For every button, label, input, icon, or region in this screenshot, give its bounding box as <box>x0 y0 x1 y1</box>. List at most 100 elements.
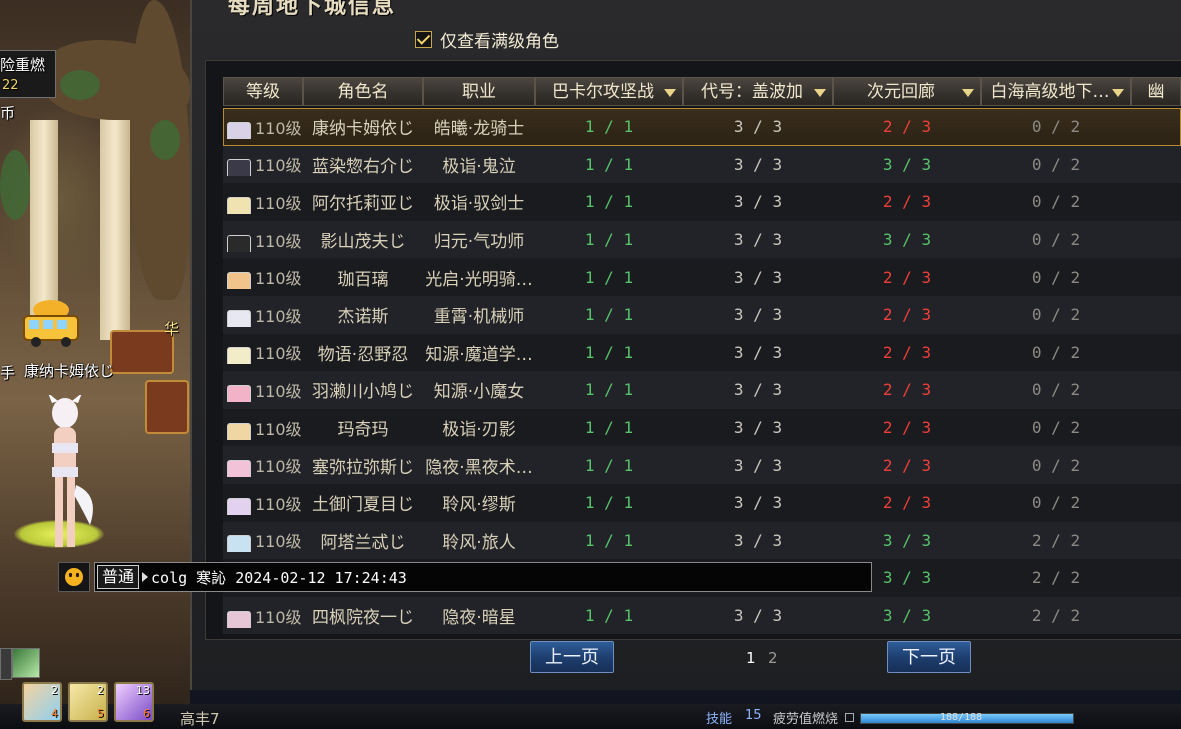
character-avatar-icon <box>227 535 251 553</box>
table-row[interactable]: 110级 珈百璃 光启·光明骑… 1 / 1 3 / 3 2 / 3 0 / 2 <box>223 258 1181 296</box>
character-name-cell: 羽濑川小鸠じ <box>312 382 414 403</box>
dungeon-1-cell: 1 / 1 <box>584 342 634 362</box>
item-count: 13 <box>136 684 150 697</box>
dungeon-3-cell: 2 / 3 <box>882 342 932 362</box>
level-text: 110级 <box>255 344 302 364</box>
header-label: 幽 <box>1147 82 1165 102</box>
character-avatar-icon <box>227 121 251 139</box>
character-avatar-icon <box>227 272 251 290</box>
hud-slot[interactable] <box>12 648 40 678</box>
dungeon-2-cell: 3 / 3 <box>733 342 783 362</box>
level-text: 110级 <box>255 381 302 401</box>
prev-page-button[interactable]: 上一页 <box>530 641 614 673</box>
table-row[interactable]: 110级 玛奇玛 极诣·刃影 1 / 1 3 / 3 2 / 3 0 / 2 <box>223 408 1181 447</box>
table-row[interactable]: 110级 阿塔兰忒じ 聆风·旅人 1 / 1 3 / 3 3 / 3 2 / 2 <box>223 521 1181 560</box>
item-count: 2 <box>51 684 58 697</box>
header-dungeon-5[interactable]: 幽 <box>1131 77 1181 106</box>
dungeon-1-cell: 1 / 1 <box>584 117 634 137</box>
scene-text-fragment: 手 <box>0 364 16 382</box>
level-cell: 110级 <box>223 190 303 214</box>
quick-item-slot[interactable]: 2 4 <box>22 682 62 722</box>
job-cell: 聆风·旅人 <box>442 532 516 553</box>
hud-slot[interactable] <box>0 648 12 680</box>
table-row[interactable]: 110级 土御门夏目じ 聆风·缪斯 1 / 1 3 / 3 2 / 3 0 / 2 <box>223 483 1181 522</box>
max-level-checkbox[interactable] <box>415 30 432 48</box>
character-name-cell: 物语·忍野忍 <box>317 344 409 365</box>
dungeon-4-cell: 0 / 2 <box>1031 267 1081 287</box>
header-dungeon-2[interactable]: 代号：盖波加 <box>683 77 833 106</box>
window-title: 每周地下城信息 <box>228 0 397 19</box>
table-row[interactable]: 110级 四枫院夜一じ 隐夜·暗星 1 / 1 3 / 3 3 / 3 2 / 2 <box>223 596 1181 635</box>
job-cell: 归元·气功师 <box>433 232 525 253</box>
level-cell: 110级 <box>223 453 303 478</box>
dropdown-arrow-icon <box>962 89 974 97</box>
page-number-2[interactable]: 2 <box>768 649 778 667</box>
chat-bar: 普通 colg 寒訫 2024-02-12 17:24:43 <box>58 561 872 593</box>
character-avatar-icon <box>227 309 251 327</box>
dungeon-3-cell: 3 / 3 <box>882 154 932 174</box>
chat-input[interactable]: 普通 colg 寒訫 2024-02-12 17:24:43 <box>94 562 872 592</box>
dungeon-3-cell: 2 / 3 <box>882 117 932 137</box>
dungeon-4-cell: 0 / 2 <box>1031 230 1081 250</box>
header-dungeon-3[interactable]: 次元回廊 <box>833 77 981 106</box>
dungeon-2-cell: 3 / 3 <box>733 530 783 550</box>
page-number-1[interactable]: 1 <box>746 649 756 667</box>
table-row[interactable]: 110级 塞弥拉弥斯じ 隐夜·黑夜术… 1 / 1 3 / 3 2 / 3 0 / 2 <box>223 446 1181 484</box>
header-job[interactable]: 职业 <box>423 77 535 106</box>
dungeon-3-cell: 2 / 3 <box>882 493 932 513</box>
item-hotkey: 6 <box>143 707 150 720</box>
dungeon-4-cell: 0 / 2 <box>1031 380 1081 400</box>
dropdown-arrow-icon <box>664 89 676 97</box>
level-text: 110级 <box>255 457 302 477</box>
dungeon-1-cell: 1 / 1 <box>584 380 634 400</box>
fatigue-burn-checkbox[interactable] <box>845 713 854 722</box>
dungeon-1-cell: 1 / 1 <box>584 305 634 325</box>
header-level[interactable]: 等级 <box>223 77 303 106</box>
max-level-filter-label: 仅查看满级角色 <box>440 31 559 52</box>
header-label: 巴卡尔攻坚战 <box>552 82 654 102</box>
max-level-filter[interactable]: 仅查看满级角色 <box>415 28 559 52</box>
character-avatar-icon <box>227 422 251 440</box>
table-row[interactable]: 110级 阿尔托莉亚じ 极诣·驭剑士 1 / 1 3 / 3 2 / 3 0 / 2 <box>223 183 1181 221</box>
job-cell: 隐夜·暗星 <box>442 608 516 629</box>
dungeon-4-cell: 0 / 2 <box>1031 305 1081 325</box>
dungeon-1-cell: 1 / 1 <box>584 455 634 475</box>
header-character-name[interactable]: 角色名 <box>303 77 423 106</box>
quick-item-slot[interactable]: 2 5 <box>68 682 108 722</box>
character-name-cell: 珈百璃 <box>337 269 389 290</box>
dungeon-4-cell: 2 / 2 <box>1031 606 1081 626</box>
item-hotkey: 5 <box>97 707 104 720</box>
dungeon-2-cell: 3 / 3 <box>733 154 783 174</box>
table-row[interactable]: 110级 蓝染惣右介じ 极诣·鬼泣 1 / 1 3 / 3 3 / 3 0 / 2 <box>223 145 1181 184</box>
dungeon-2-cell: 3 / 3 <box>733 380 783 400</box>
table-row[interactable]: 110级 羽濑川小鸠じ 知源·小魔女 1 / 1 3 / 3 2 / 3 0 / 2 <box>223 371 1181 409</box>
table-row[interactable]: 110级 杰诺斯 重霄·机械师 1 / 1 3 / 3 2 / 3 0 / 2 <box>223 295 1181 334</box>
dungeon-3-cell: 2 / 3 <box>882 267 932 287</box>
quick-item-slot[interactable]: 13 6 <box>114 682 154 722</box>
character-avatar-icon <box>227 234 251 252</box>
emoji-button[interactable] <box>58 562 90 592</box>
table-row[interactable]: 110级 影山茂夫じ 归元·气功师 1 / 1 3 / 3 3 / 3 0 / 2 <box>223 220 1181 259</box>
dungeon-4-cell: 0 / 2 <box>1031 154 1081 174</box>
table-body: 110级 康纳卡姆依じ 皓曦·龙骑士 1 / 13 / 32 / 30 / 2 110级… <box>223 108 1181 635</box>
dungeon-2-cell: 3 / 3 <box>733 267 783 287</box>
dungeon-3-cell: 3 / 3 <box>882 530 932 550</box>
smiley-icon <box>65 568 83 586</box>
dungeon-2-cell: 3 / 3 <box>733 493 783 513</box>
table-row[interactable]: 110级 物语·忍野忍 知源·魔道学… 1 / 1 3 / 3 2 / 3 0 / 2 <box>223 333 1181 372</box>
item-hotkey: 4 <box>51 707 58 720</box>
dungeon-3-cell: 2 / 3 <box>882 455 932 475</box>
table-row[interactable]: 110级 康纳卡姆依じ 皓曦·龙骑士 1 / 1 3 / 3 2 / 3 0 / 2 <box>223 108 1181 146</box>
level-text: 110级 <box>255 494 302 514</box>
header-dungeon-1[interactable]: 巴卡尔攻坚战 <box>535 77 683 106</box>
dungeon-1-cell: 1 / 1 <box>584 267 634 287</box>
dungeon-4-cell: 0 / 2 <box>1031 418 1081 438</box>
character-avatar-icon <box>227 384 251 402</box>
job-cell: 极诣·刃影 <box>442 420 516 441</box>
header-dungeon-4[interactable]: 白海高级地下… <box>981 77 1131 106</box>
character-name-cell: 蓝染惣右介じ <box>312 156 414 177</box>
dungeon-2-cell: 3 / 3 <box>733 117 783 137</box>
job-cell: 重霄·机械师 <box>433 307 525 328</box>
chat-channel-selector[interactable]: 普通 <box>97 565 140 589</box>
next-page-button[interactable]: 下一页 <box>887 641 971 673</box>
